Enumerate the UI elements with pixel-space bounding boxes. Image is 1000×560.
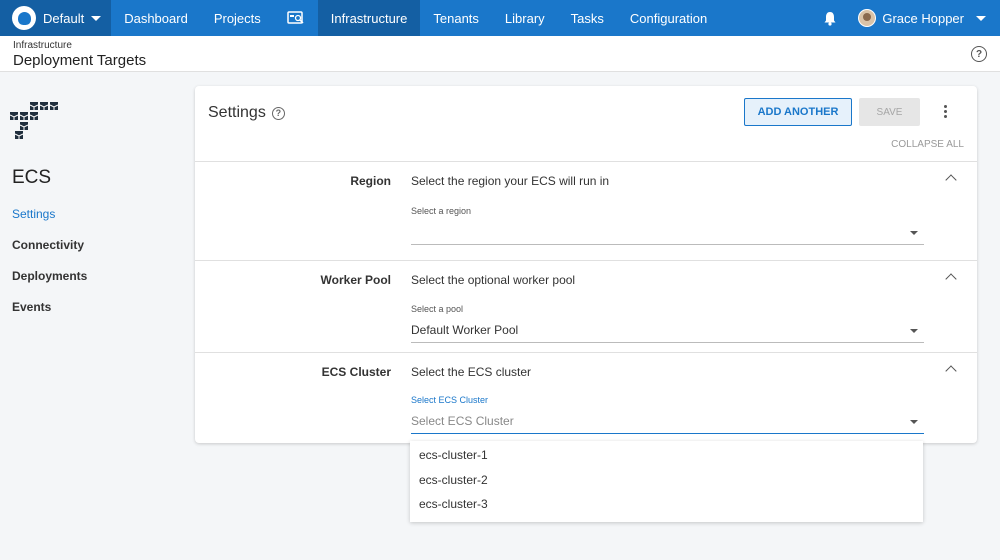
nav-tasks[interactable]: Tasks <box>558 0 617 36</box>
section-label: Region <box>350 174 391 188</box>
section-description: Select the ECS cluster <box>411 365 532 379</box>
card-title-text: Settings <box>208 104 266 121</box>
ecs-cluster-dropdown-menu: ecs-cluster-1 ecs-cluster-2 ecs-cluster-… <box>410 441 923 522</box>
select-value: Default Worker Pool <box>411 323 519 337</box>
section-label: ECS Cluster <box>321 365 391 379</box>
nav-tenants[interactable]: Tenants <box>420 0 492 36</box>
space-name: Default <box>43 10 85 26</box>
chevron-down-icon <box>976 15 986 21</box>
menu-item[interactable]: ecs-cluster-1 <box>419 448 488 462</box>
field-label: Select ECS Cluster <box>411 395 489 405</box>
avatar <box>858 9 877 27</box>
nav-configuration[interactable]: Configuration <box>617 0 720 36</box>
sidebar-title: ECS <box>12 167 52 188</box>
sidebar-item-events[interactable]: Events <box>12 300 51 314</box>
menu-item[interactable]: ecs-cluster-3 <box>419 497 488 511</box>
chevron-down-icon <box>91 15 102 21</box>
page-title: Deployment Targets <box>13 52 147 69</box>
space-switcher[interactable]: Default <box>0 0 112 36</box>
nav-library[interactable]: Library <box>492 0 558 36</box>
save-button[interactable]: SAVE <box>859 98 920 126</box>
select-placeholder: Select ECS Cluster <box>411 414 514 428</box>
chevron-up-icon[interactable] <box>945 365 957 377</box>
more-options-icon[interactable] <box>941 105 949 119</box>
nav-infrastructure[interactable]: Infrastructure <box>317 0 421 36</box>
section-worker-pool: Worker Pool Select the optional worker p… <box>195 260 977 352</box>
ecs-cluster-select[interactable]: Select ECS Cluster <box>411 410 924 434</box>
chevron-up-icon[interactable] <box>945 273 957 285</box>
help-icon[interactable]: ? <box>971 46 987 62</box>
nav-dashboard[interactable]: Dashboard <box>111 0 201 36</box>
menu-item[interactable]: ecs-cluster-2 <box>419 473 488 487</box>
notifications-bell-icon[interactable] <box>812 0 848 36</box>
help-icon[interactable]: ? <box>271 107 285 120</box>
top-nav: Default Dashboard Projects Infrastructur… <box>0 0 1000 36</box>
section-description: Select the optional worker pool <box>411 273 576 287</box>
field-label: Select a region <box>411 206 472 216</box>
settings-card: Settings? ADD ANOTHER SAVE COLLAPSE ALL … <box>195 86 977 443</box>
user-menu[interactable]: Grace Hopper <box>848 9 1000 27</box>
worker-pool-select[interactable]: Default Worker Pool <box>411 319 924 343</box>
dropdown-arrow-icon <box>910 420 918 424</box>
section-description: Select the region your ECS will run in <box>411 174 610 188</box>
user-name: Grace Hopper <box>882 10 964 26</box>
add-another-button[interactable]: ADD ANOTHER <box>744 98 852 126</box>
collapse-all-link[interactable]: COLLAPSE ALL <box>891 139 964 150</box>
region-select[interactable] <box>411 221 924 245</box>
nav-projects[interactable]: Projects <box>201 0 274 36</box>
search-tasks-icon <box>287 11 304 24</box>
ecs-cubes-icon <box>10 102 59 139</box>
sidebar-item-settings[interactable]: Settings <box>12 207 55 221</box>
chevron-up-icon[interactable] <box>945 174 957 186</box>
section-ecs-cluster: ECS Cluster Select the ECS cluster Selec… <box>195 352 977 442</box>
dropdown-arrow-icon <box>910 329 918 333</box>
sidebar-item-connectivity[interactable]: Connectivity <box>12 238 84 252</box>
breadcrumb[interactable]: Infrastructure <box>13 40 72 51</box>
octopus-logo-icon <box>12 6 36 30</box>
dropdown-arrow-icon <box>910 231 918 235</box>
nav-search-icon[interactable] <box>274 0 318 36</box>
card-title: Settings? <box>208 104 285 122</box>
sidebar-item-deployments[interactable]: Deployments <box>12 269 87 283</box>
page-header: Infrastructure Deployment Targets ? <box>0 36 1000 72</box>
field-label: Select a pool <box>411 304 464 314</box>
section-region: Region Select the region your ECS will r… <box>195 161 977 260</box>
section-label: Worker Pool <box>320 273 391 287</box>
